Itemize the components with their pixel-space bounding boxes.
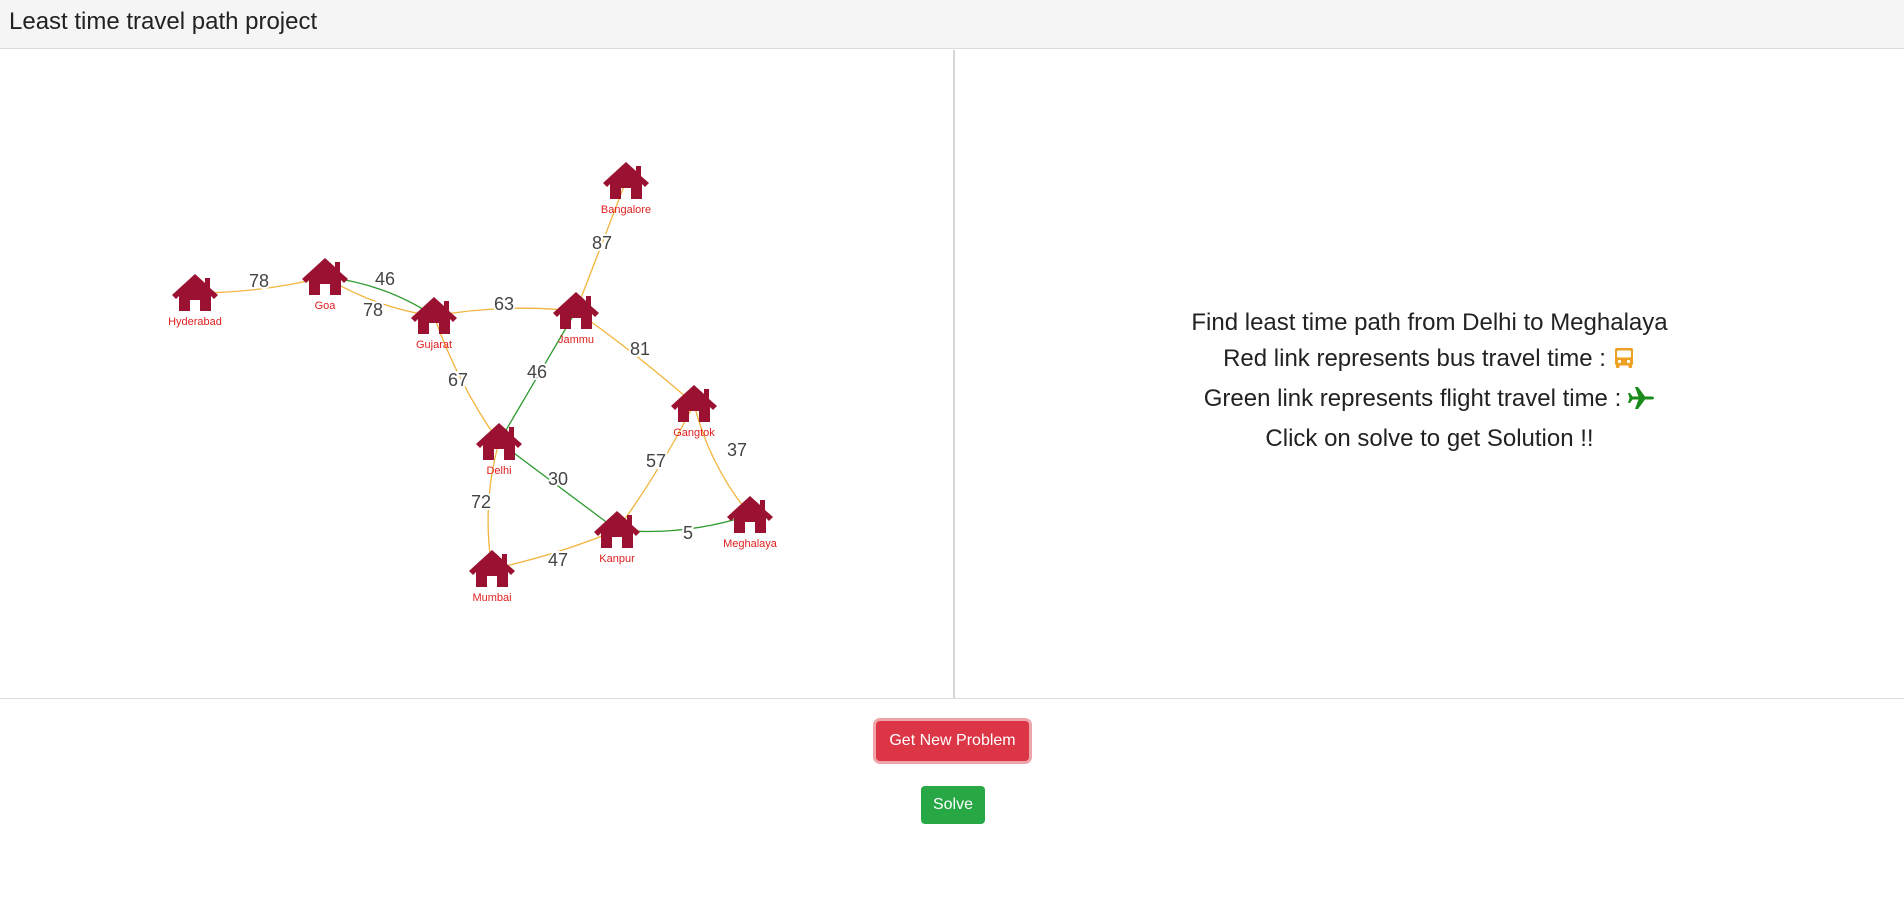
info-panel: Find least time path from Delhi to Megha… — [955, 50, 1904, 698]
node-label-goa: Goa — [315, 300, 337, 312]
app-title: Least time travel path project — [9, 8, 318, 35]
node-label-kanpur: Kanpur — [599, 553, 635, 565]
edge-weight-jammu-gangtok: 81 — [630, 339, 650, 359]
edge-weight-mumbai-kanpur: 47 — [548, 550, 568, 570]
house-icon — [594, 511, 640, 548]
bus-icon — [1612, 345, 1636, 381]
flight-legend-text: Green link represents flight travel time… — [1203, 385, 1622, 412]
house-icon — [469, 550, 515, 587]
instruction-line-4: Click on solve to get Solution !! — [955, 421, 1904, 457]
edge-weight-delhi-kanpur: 30 — [548, 469, 568, 489]
node-label-bangalore: Bangalore — [601, 204, 651, 216]
node-label-mumbai: Mumbai — [472, 592, 511, 604]
node-label-hyderabad: Hyderabad — [168, 316, 222, 328]
node-goa[interactable]: Goa — [302, 258, 348, 312]
travel-graph: 78 46 78 63 87 67 46 81 37 57 30 5 72 47 Hyderabad Goa… — [168, 162, 778, 604]
instruction-line-3: Green link represents flight travel time… — [955, 381, 1904, 421]
edge-weight-delhi-mumbai: 72 — [471, 492, 491, 512]
edge-weight-jammu-delhi: 46 — [527, 362, 547, 382]
graph-panel: 78 46 78 63 87 67 46 81 37 57 30 5 72 47 Hyderabad Goa… — [0, 50, 953, 698]
node-label-gangtok: Gangtok — [673, 427, 715, 439]
house-icon — [727, 496, 773, 533]
house-icon — [172, 274, 218, 311]
bus-legend-text: Red link represents bus travel time : — [1223, 345, 1606, 372]
edge-weight-gangtok-meghalaya: 37 — [727, 440, 747, 460]
edge-weight-goa-gujarat: 46 — [375, 269, 395, 289]
node-label-jammu: Jammu — [558, 334, 594, 346]
house-icon — [302, 258, 348, 295]
top-bar: Least time travel path project — [0, 0, 1904, 49]
instructions: Find least time path from Delhi to Megha… — [955, 305, 1904, 457]
node-delhi[interactable]: Delhi — [476, 423, 522, 477]
house-icon — [411, 297, 457, 334]
node-gangtok[interactable]: Gangtok — [671, 385, 717, 439]
panel-divider-horizontal — [0, 698, 1904, 699]
instruction-line-1: Find least time path from Delhi to Megha… — [955, 305, 1904, 341]
node-bangalore[interactable]: Bangalore — [601, 162, 651, 216]
node-label-delhi: Delhi — [486, 465, 511, 477]
edge-weight-hyderabad-goa: 78 — [249, 271, 269, 291]
edge-weight-gangtok-kanpur: 57 — [646, 451, 666, 471]
node-meghalaya[interactable]: Meghalaya — [723, 496, 778, 550]
node-mumbai[interactable]: Mumbai — [469, 550, 515, 604]
edge-weight-gujarat-jammu: 63 — [494, 294, 514, 314]
instruction-line-2: Red link represents bus travel time : — [955, 341, 1904, 381]
node-gujarat[interactable]: Gujarat — [411, 297, 457, 351]
house-icon — [553, 292, 599, 329]
get-new-problem-button[interactable]: Get New Problem — [876, 721, 1029, 761]
edge-weight-bangalore-jammu: 87 — [592, 233, 612, 253]
edge-weight-kanpur-meghalaya: 5 — [683, 523, 693, 543]
edge-weight-gujarat-delhi: 67 — [448, 370, 468, 390]
node-label-meghalaya: Meghalaya — [723, 538, 778, 550]
airplane-icon — [1627, 385, 1655, 421]
node-hyderabad[interactable]: Hyderabad — [168, 274, 222, 328]
solve-button[interactable]: Solve — [921, 786, 985, 824]
edge-weight-goa-gujarat: 78 — [363, 300, 383, 320]
node-label-gujarat: Gujarat — [416, 339, 452, 351]
problem-statement: Find least time path from Delhi to Megha… — [1191, 309, 1668, 336]
node-kanpur[interactable]: Kanpur — [594, 511, 640, 565]
node-jammu[interactable]: Jammu — [553, 292, 599, 346]
house-icon — [603, 162, 649, 199]
solve-hint: Click on solve to get Solution !! — [1265, 425, 1594, 452]
